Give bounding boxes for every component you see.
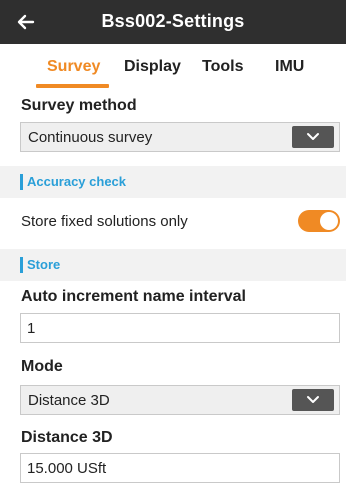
title-bar: Bss002-Settings — [0, 0, 346, 44]
section-marker — [20, 257, 23, 273]
mode-select[interactable]: Distance 3D — [20, 385, 340, 415]
tab-survey[interactable]: Survey — [47, 58, 100, 76]
distance-input[interactable] — [20, 453, 340, 483]
store-title: Store — [27, 257, 61, 272]
mode-label: Mode — [21, 358, 63, 375]
toggle-knob — [320, 212, 338, 230]
mode-value: Distance 3D — [28, 392, 110, 409]
chevron-down-icon — [307, 133, 319, 140]
accuracy-check-section-header: Accuracy check — [0, 166, 346, 198]
chevron-down-icon — [307, 396, 319, 403]
tab-bar: Survey Display Tools IMU — [0, 44, 346, 94]
survey-method-label: Survey method — [21, 97, 137, 114]
section-marker — [20, 174, 23, 190]
tab-display[interactable]: Display — [124, 58, 181, 76]
auto-increment-label: Auto increment name interval — [21, 288, 246, 305]
accuracy-check-title: Accuracy check — [27, 174, 127, 189]
survey-method-select[interactable]: Continuous survey — [20, 122, 340, 152]
active-tab-indicator — [36, 84, 109, 88]
page-title: Bss002-Settings — [101, 11, 245, 31]
store-fixed-toggle[interactable] — [298, 210, 340, 232]
mode-dropdown-button[interactable] — [292, 389, 334, 411]
store-fixed-label: Store fixed solutions only — [21, 213, 188, 230]
tab-tools[interactable]: Tools — [202, 58, 243, 76]
tab-imu[interactable]: IMU — [275, 58, 304, 76]
auto-increment-input[interactable] — [20, 313, 340, 343]
survey-method-dropdown-button[interactable] — [292, 126, 334, 148]
distance-label: Distance 3D — [21, 429, 113, 446]
survey-method-value: Continuous survey — [28, 129, 153, 146]
store-section-header: Store — [0, 249, 346, 281]
